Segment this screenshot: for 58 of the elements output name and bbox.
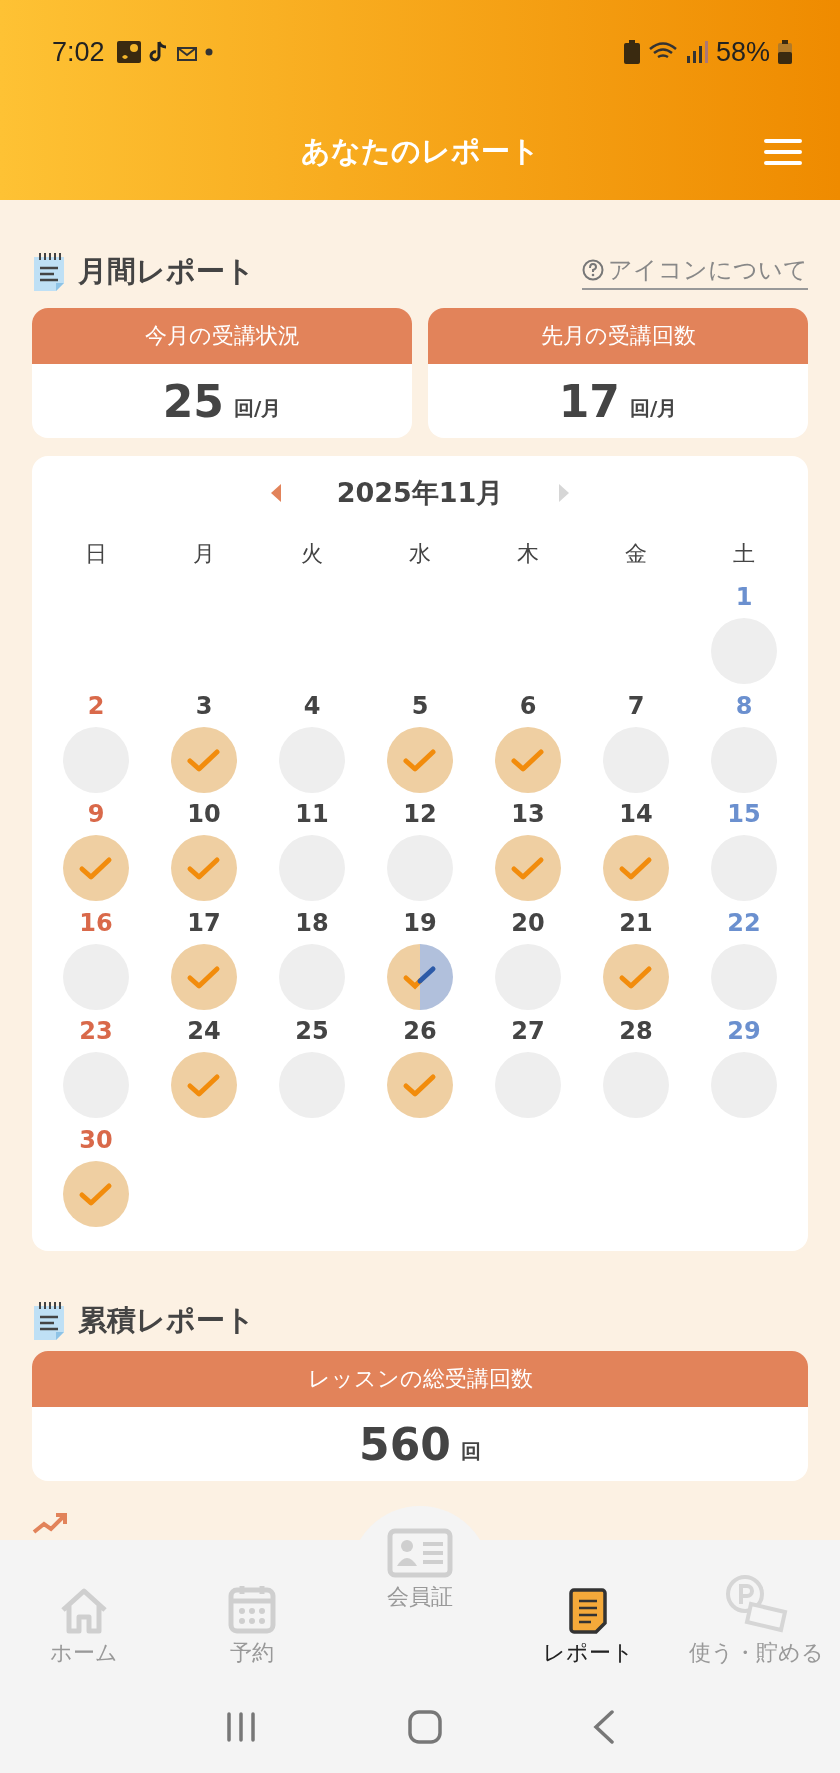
- stat-label: 今月の受講状況: [32, 308, 412, 364]
- stat-value: 560: [359, 1418, 451, 1470]
- day-number: 1: [735, 582, 753, 613]
- stat-unit: 回/月: [629, 394, 678, 422]
- day-number: 14: [619, 799, 653, 830]
- page-title: あなたのレポート: [300, 133, 540, 170]
- day-number: 16: [79, 907, 113, 939]
- nav-tab[interactable]: 会員証: [336, 1518, 504, 1680]
- day-number: 4: [303, 690, 321, 722]
- day-number: 19: [403, 907, 437, 939]
- weekday-label: 火: [300, 540, 324, 568]
- weekday-label: 日: [84, 540, 108, 568]
- day-number: 29: [727, 1016, 761, 1047]
- month-title: 2025年11月: [336, 476, 504, 510]
- day-number: 2: [87, 690, 105, 722]
- day-number: 10: [187, 799, 221, 830]
- stat-unit: 回/月: [233, 394, 282, 422]
- clock-time: 7:02: [52, 36, 105, 68]
- day-number: 26: [403, 1016, 437, 1047]
- weekday-label: 金: [624, 540, 648, 568]
- stat-label: 先月の受講回数: [428, 308, 808, 364]
- day-number: 8: [735, 690, 753, 722]
- weekday-label: 土: [732, 540, 756, 568]
- day-number: 24: [187, 1016, 221, 1047]
- day-number: 28: [619, 1016, 653, 1047]
- day-number: 5: [411, 690, 429, 722]
- day-number: 15: [727, 799, 761, 830]
- stat-value: 17: [558, 375, 620, 427]
- weekday-label: 月: [192, 540, 216, 568]
- icon-help-link[interactable]: アイコンについて: [582, 254, 808, 290]
- day-number: 23: [79, 1016, 113, 1047]
- day-number: 12: [403, 799, 437, 830]
- day-number: 22: [727, 907, 761, 939]
- weekday-label: 水: [408, 540, 432, 568]
- day-number: 17: [187, 907, 221, 939]
- day-number: 3: [195, 690, 213, 722]
- weekday-label: 木: [516, 540, 540, 568]
- day-number: 27: [511, 1016, 545, 1047]
- day-number: 30: [79, 1124, 113, 1156]
- day-number: 18: [295, 907, 329, 939]
- day-number: 13: [511, 799, 545, 830]
- stat-value: 25: [162, 375, 224, 427]
- section-title: 月間レポート: [78, 253, 255, 290]
- day-number: 25: [295, 1016, 329, 1047]
- day-number: 20: [511, 907, 545, 939]
- nav-tab[interactable]: 使う・貯める: [672, 1540, 840, 1680]
- nav-tab[interactable]: ホーム: [0, 1540, 168, 1680]
- day-number: 11: [295, 799, 329, 830]
- nav-tab[interactable]: レポート: [504, 1540, 672, 1680]
- stat-unit: 回: [460, 1437, 481, 1465]
- day-number: 21: [619, 907, 653, 939]
- nav-tab[interactable]: 予約: [168, 1540, 336, 1680]
- stat-label: レッスンの総受講回数: [32, 1351, 808, 1407]
- section-title: 累積レポート: [78, 1302, 255, 1339]
- day-number: 6: [519, 690, 537, 722]
- battery-percent: 58%: [715, 36, 770, 68]
- day-number: 9: [87, 799, 105, 830]
- day-number: 7: [627, 690, 645, 722]
